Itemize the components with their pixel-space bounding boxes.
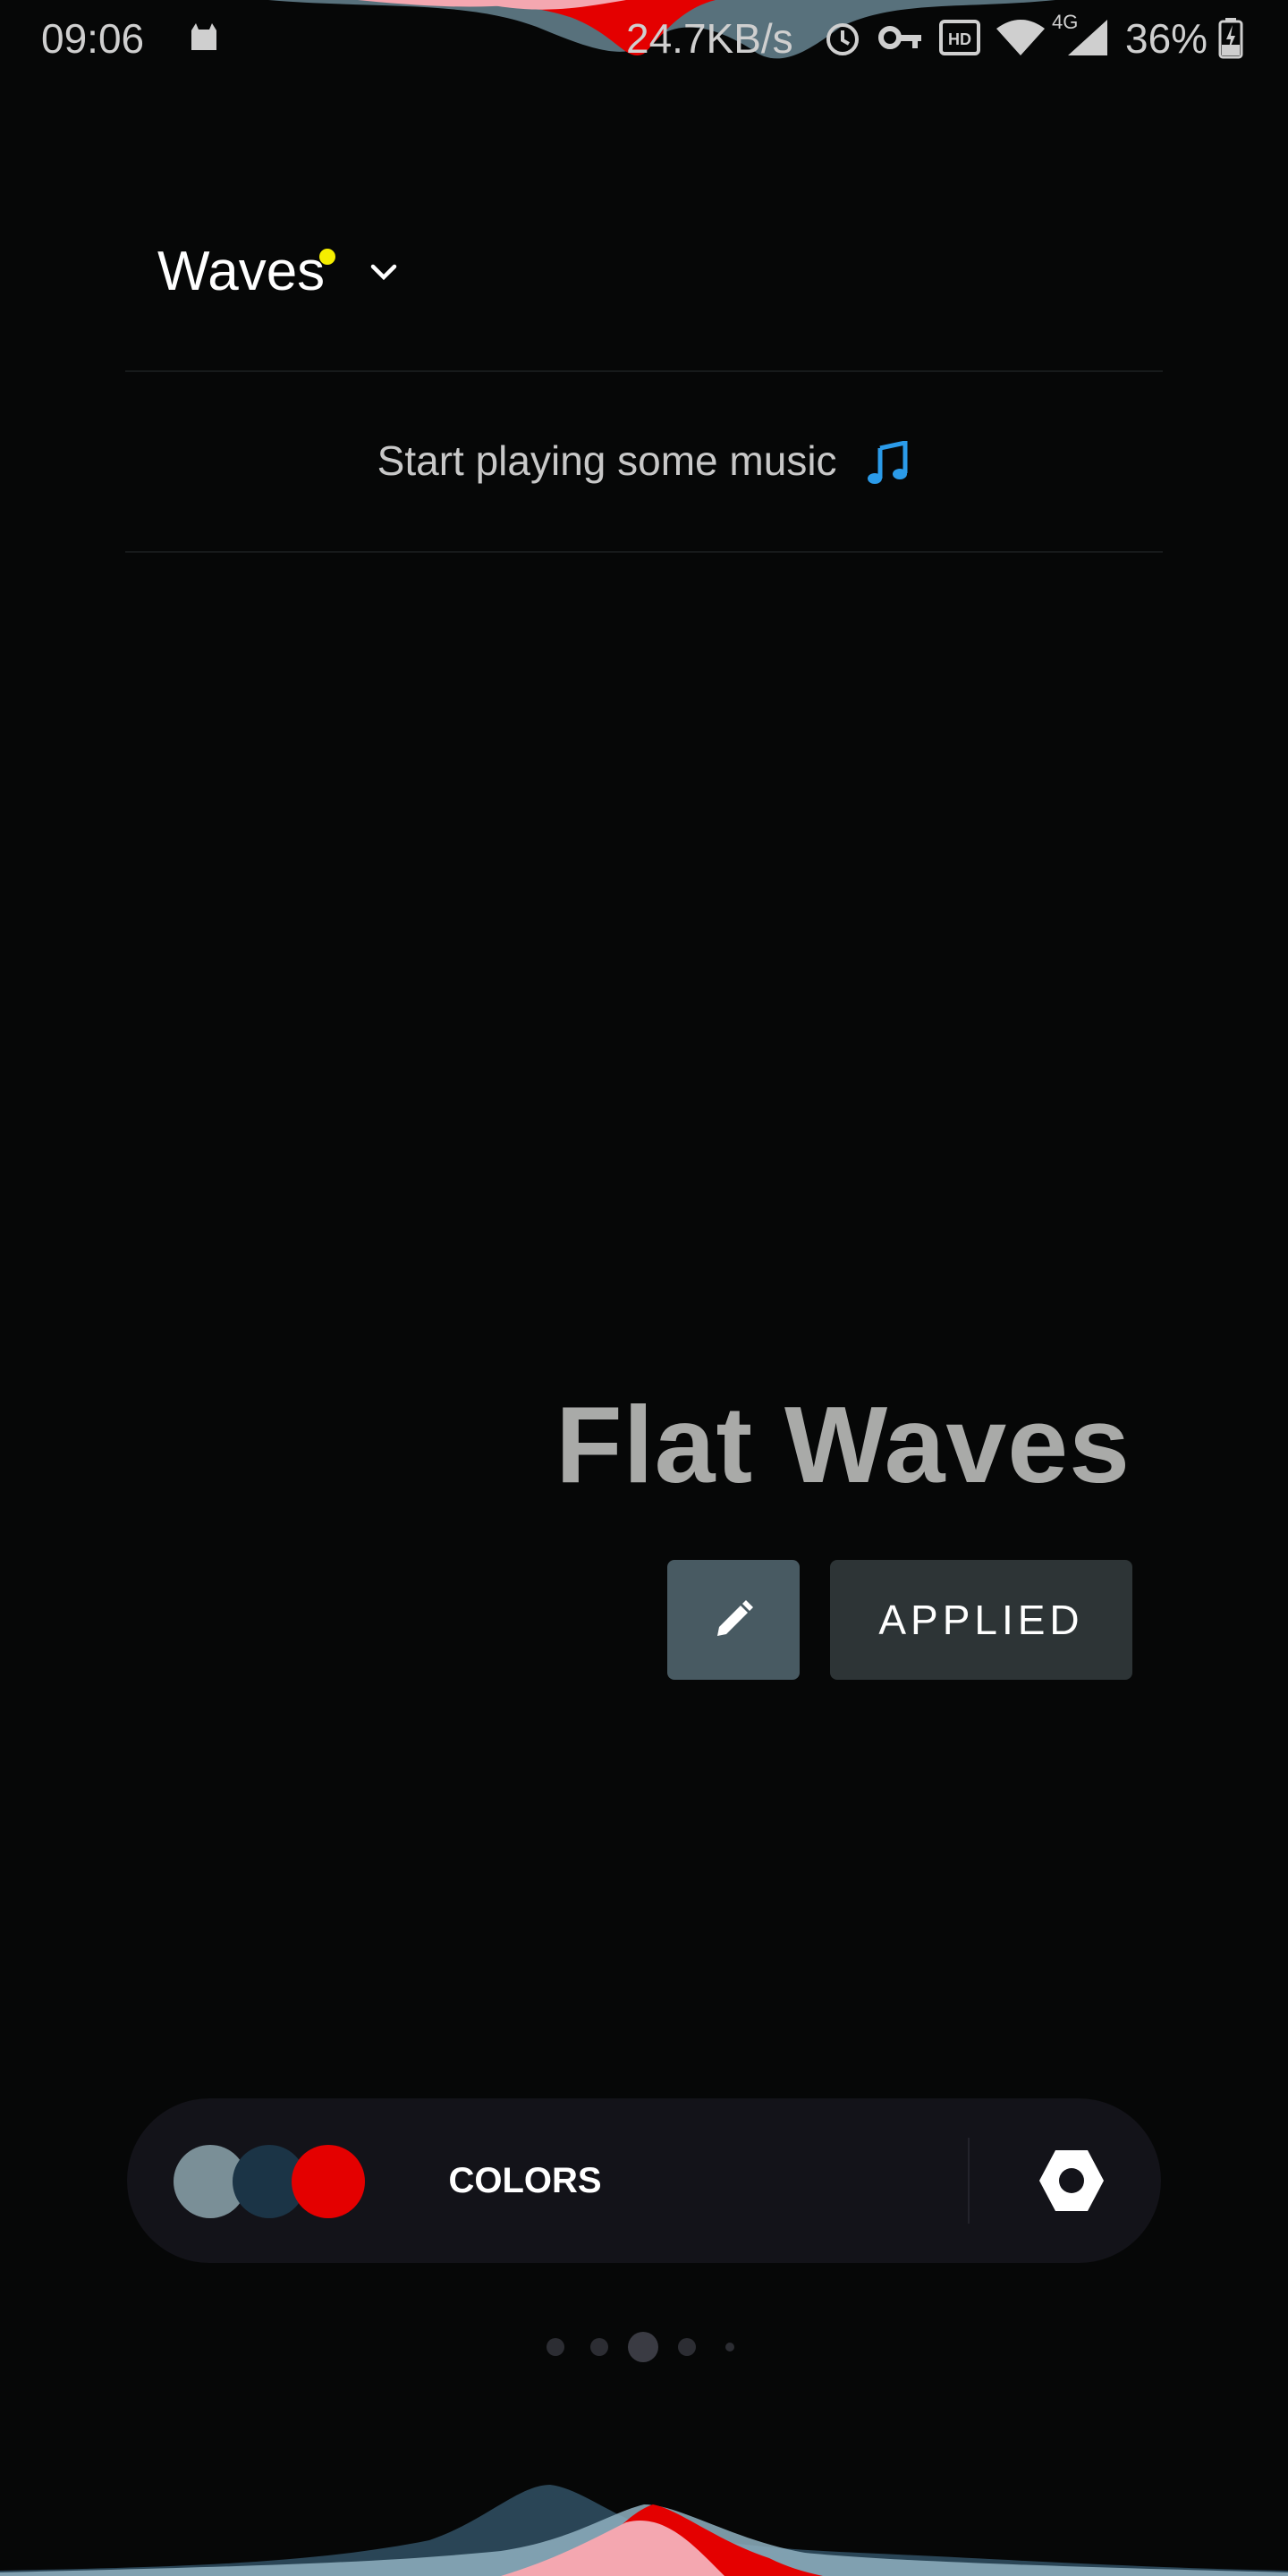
bar-separator (968, 2138, 970, 2224)
battery-percent: 36% (1125, 15, 1208, 62)
now-playing-text: Start playing some music (377, 437, 837, 484)
signal-icon (1068, 20, 1107, 55)
style-selector[interactable]: Waves (157, 240, 403, 303)
style-title: Waves (157, 240, 336, 303)
status-time: 09:06 (41, 15, 145, 62)
edit-theme-button[interactable] (667, 1560, 800, 1680)
alarm-icon (826, 23, 859, 55)
settings-button[interactable] (1027, 2136, 1116, 2225)
colors-label: COLORS (448, 2160, 602, 2200)
now-playing-prompt: Start playing some music (0, 436, 1288, 487)
battery-charging-icon (1218, 18, 1243, 59)
bottom-wave-visualizer (0, 2485, 1288, 2576)
page-dot[interactable] (547, 2338, 564, 2356)
vpn-key-icon (878, 26, 921, 49)
style-title-text: Waves (157, 241, 326, 302)
colors-bar[interactable]: COLORS (127, 2098, 1161, 2263)
pencil-icon (717, 1600, 753, 1636)
page-indicator (0, 2326, 1288, 2368)
svg-text:HD: HD (948, 30, 971, 48)
page-dot[interactable] (590, 2338, 608, 2356)
cat-icon (191, 23, 216, 50)
new-badge-dot (319, 249, 336, 265)
status-bar: 09:06 24.7KB/s HD 4G 36% (0, 0, 1288, 75)
applied-button[interactable]: APPLIED (830, 1560, 1132, 1680)
hexagon-nut-icon (1039, 2150, 1104, 2211)
divider-top (125, 370, 1163, 372)
page-dot[interactable] (725, 2343, 734, 2351)
wifi-icon (996, 20, 1045, 55)
hd-icon: HD (939, 20, 980, 55)
divider-bottom (125, 551, 1163, 553)
page-dot[interactable] (678, 2338, 696, 2356)
network-speed: 24.7KB/s (626, 15, 793, 62)
music-note-icon (868, 440, 908, 484)
page-dot-active[interactable] (628, 2332, 658, 2362)
chevron-down-icon[interactable] (364, 252, 403, 292)
theme-name: Flat Waves (555, 1384, 1131, 1505)
